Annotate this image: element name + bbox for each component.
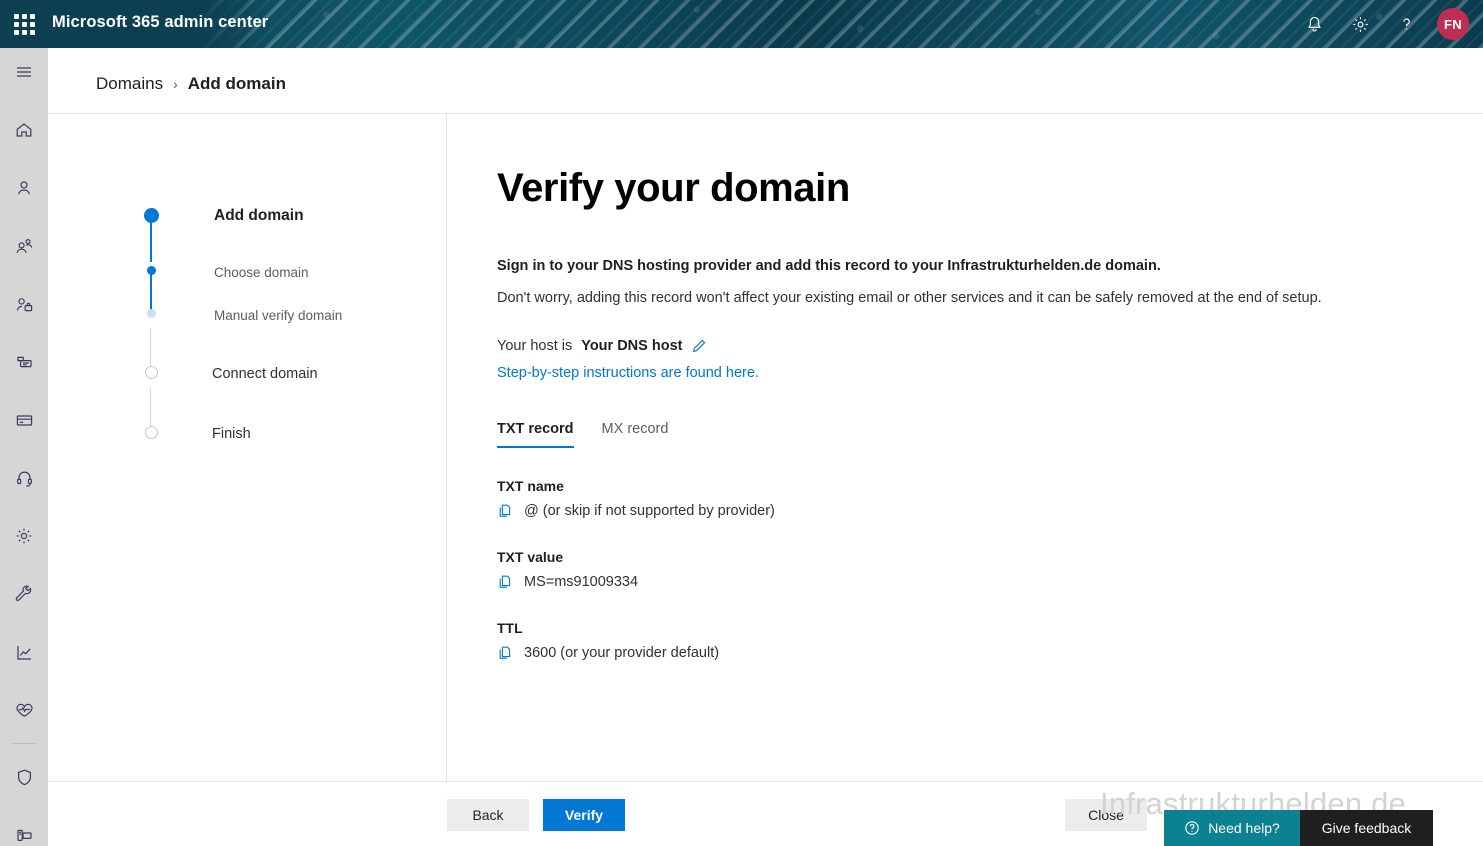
rail-gap [0, 212, 48, 222]
rail-gap [0, 618, 48, 628]
wizard-step-choose-domain[interactable]: Choose domain [96, 264, 436, 282]
security-shield-icon[interactable] [0, 753, 48, 801]
need-help-button[interactable]: Need help? [1164, 810, 1300, 846]
endpoint-device-icon[interactable] [0, 811, 48, 846]
copy-icon[interactable] [497, 645, 513, 661]
field-label: TTL [497, 620, 523, 636]
tab-mx-record[interactable]: MX record [602, 421, 669, 448]
support-headset-icon[interactable] [0, 454, 48, 502]
hamburger-menu-icon[interactable] [0, 48, 48, 96]
tab-txt-record[interactable]: TXT record [497, 421, 574, 448]
field-value-row: 3600 (or your provider default) [497, 645, 1437, 661]
step-dot-hollow [145, 426, 158, 439]
edit-pencil-icon[interactable] [691, 338, 707, 354]
suite-actions: FN [1291, 0, 1475, 48]
help-question-icon[interactable] [1383, 0, 1429, 48]
rail-gap [0, 96, 48, 106]
rail-gap [0, 270, 48, 280]
panel-divider [446, 114, 447, 781]
field-value-row: @ (or skip if not supported by provider) [497, 503, 1437, 519]
groups-icon[interactable] [0, 222, 48, 270]
step-dot-pale [147, 309, 156, 318]
rail-gap [0, 444, 48, 454]
copy-icon[interactable] [497, 574, 513, 590]
wizard-step-add-domain[interactable]: Add domain [96, 207, 436, 225]
field-value-text: MS=ms91009334 [524, 574, 639, 590]
wizard-step-manual-verify-domain[interactable]: Manual verify domain [96, 307, 436, 325]
settings-gear-icon[interactable] [0, 512, 48, 560]
home-icon[interactable] [0, 106, 48, 154]
dns-host-prefix: Your host is [497, 338, 573, 354]
wizard-step-label: Add domain [214, 207, 304, 224]
left-navigation-rail: E [0, 48, 48, 846]
dns-host-name: Your DNS host [581, 338, 683, 354]
rail-divider [11, 743, 37, 744]
instruction-sub: Don't worry, adding this record won't af… [497, 290, 1322, 306]
instruction-lead: Sign in to your DNS hosting provider and… [497, 258, 1161, 274]
rail-gap [0, 676, 48, 686]
step-by-step-instructions-link[interactable]: Step-by-step instructions are found here… [497, 365, 759, 381]
breadcrumb: Domains › Add domain [96, 74, 286, 94]
field-label: TXT name [497, 478, 564, 494]
verify-button[interactable]: Verify [543, 799, 625, 831]
wizard-step-label: Manual verify domain [214, 308, 343, 323]
close-button[interactable]: Close [1065, 799, 1147, 831]
wizard-step-connect-domain[interactable]: Connect domain [96, 365, 436, 383]
field-value-text: @ (or skip if not supported by provider) [524, 503, 775, 519]
field-ttl: TTL 3600 (or your provider default) [497, 620, 1437, 661]
breadcrumb-domains-link[interactable]: Domains [96, 74, 163, 94]
rail-gap [0, 502, 48, 512]
admin-center-window: Microsoft 365 admin center FN Domains › … [0, 0, 1483, 846]
wizard-step-label: Choose domain [214, 265, 309, 280]
field-value-row: MS=ms91009334 [497, 574, 1437, 590]
help-circle-icon [1184, 820, 1200, 836]
app-launcher-waffle-icon[interactable] [10, 10, 38, 38]
rail-gap [0, 386, 48, 396]
health-heartbeat-icon[interactable] [0, 686, 48, 734]
step-dot-small [147, 266, 156, 275]
dns-host-row: Your host is Your DNS host [497, 338, 1437, 354]
field-value-text: 3600 (or your provider default) [524, 645, 720, 661]
avatar[interactable]: FN [1437, 8, 1469, 40]
suite-title: Microsoft 365 admin center [52, 13, 269, 31]
setup-wrench-icon[interactable] [0, 570, 48, 618]
rail-gap [0, 154, 48, 164]
field-txt-value: TXT value MS=ms91009334 [497, 549, 1437, 590]
user-icon[interactable] [0, 164, 48, 212]
devices-icon[interactable] [0, 338, 48, 386]
field-txt-name: TXT name @ (or skip if not supported by … [497, 478, 1437, 519]
wizard-step-label: Finish [212, 426, 251, 442]
verify-domain-panel: Verify your domain Sign in to your DNS h… [497, 166, 1437, 661]
settings-gear-icon[interactable] [1337, 0, 1383, 48]
rail-gap [0, 328, 48, 338]
field-label: TXT value [497, 549, 564, 565]
page-title: Add domain [187, 74, 286, 93]
step-dot-filled [144, 208, 159, 223]
header-divider [48, 113, 1483, 114]
wizard-step-finish[interactable]: Finish [96, 425, 436, 443]
back-button[interactable]: Back [447, 799, 529, 831]
main-heading: Verify your domain [497, 166, 850, 210]
rail-gap [0, 560, 48, 570]
wizard-step-label: Connect domain [212, 366, 318, 382]
suite-header: Microsoft 365 admin center FN [0, 0, 1483, 48]
reports-chart-icon[interactable] [0, 628, 48, 676]
record-type-tabs: TXT record MX record [497, 421, 1437, 448]
page-container: Domains › Add domain Add domain Choose d… [48, 48, 1483, 846]
need-help-label: Need help? [1208, 820, 1280, 836]
rail-gap [0, 801, 48, 811]
give-feedback-button[interactable]: Give feedback [1300, 810, 1433, 846]
breadcrumb-chevron-icon: › [173, 76, 178, 92]
billing-card-icon[interactable] [0, 396, 48, 444]
roles-icon[interactable] [0, 280, 48, 328]
copy-icon[interactable] [497, 503, 513, 519]
footer-divider [48, 781, 1483, 782]
notifications-icon[interactable] [1291, 0, 1337, 48]
step-dot-hollow [145, 366, 158, 379]
